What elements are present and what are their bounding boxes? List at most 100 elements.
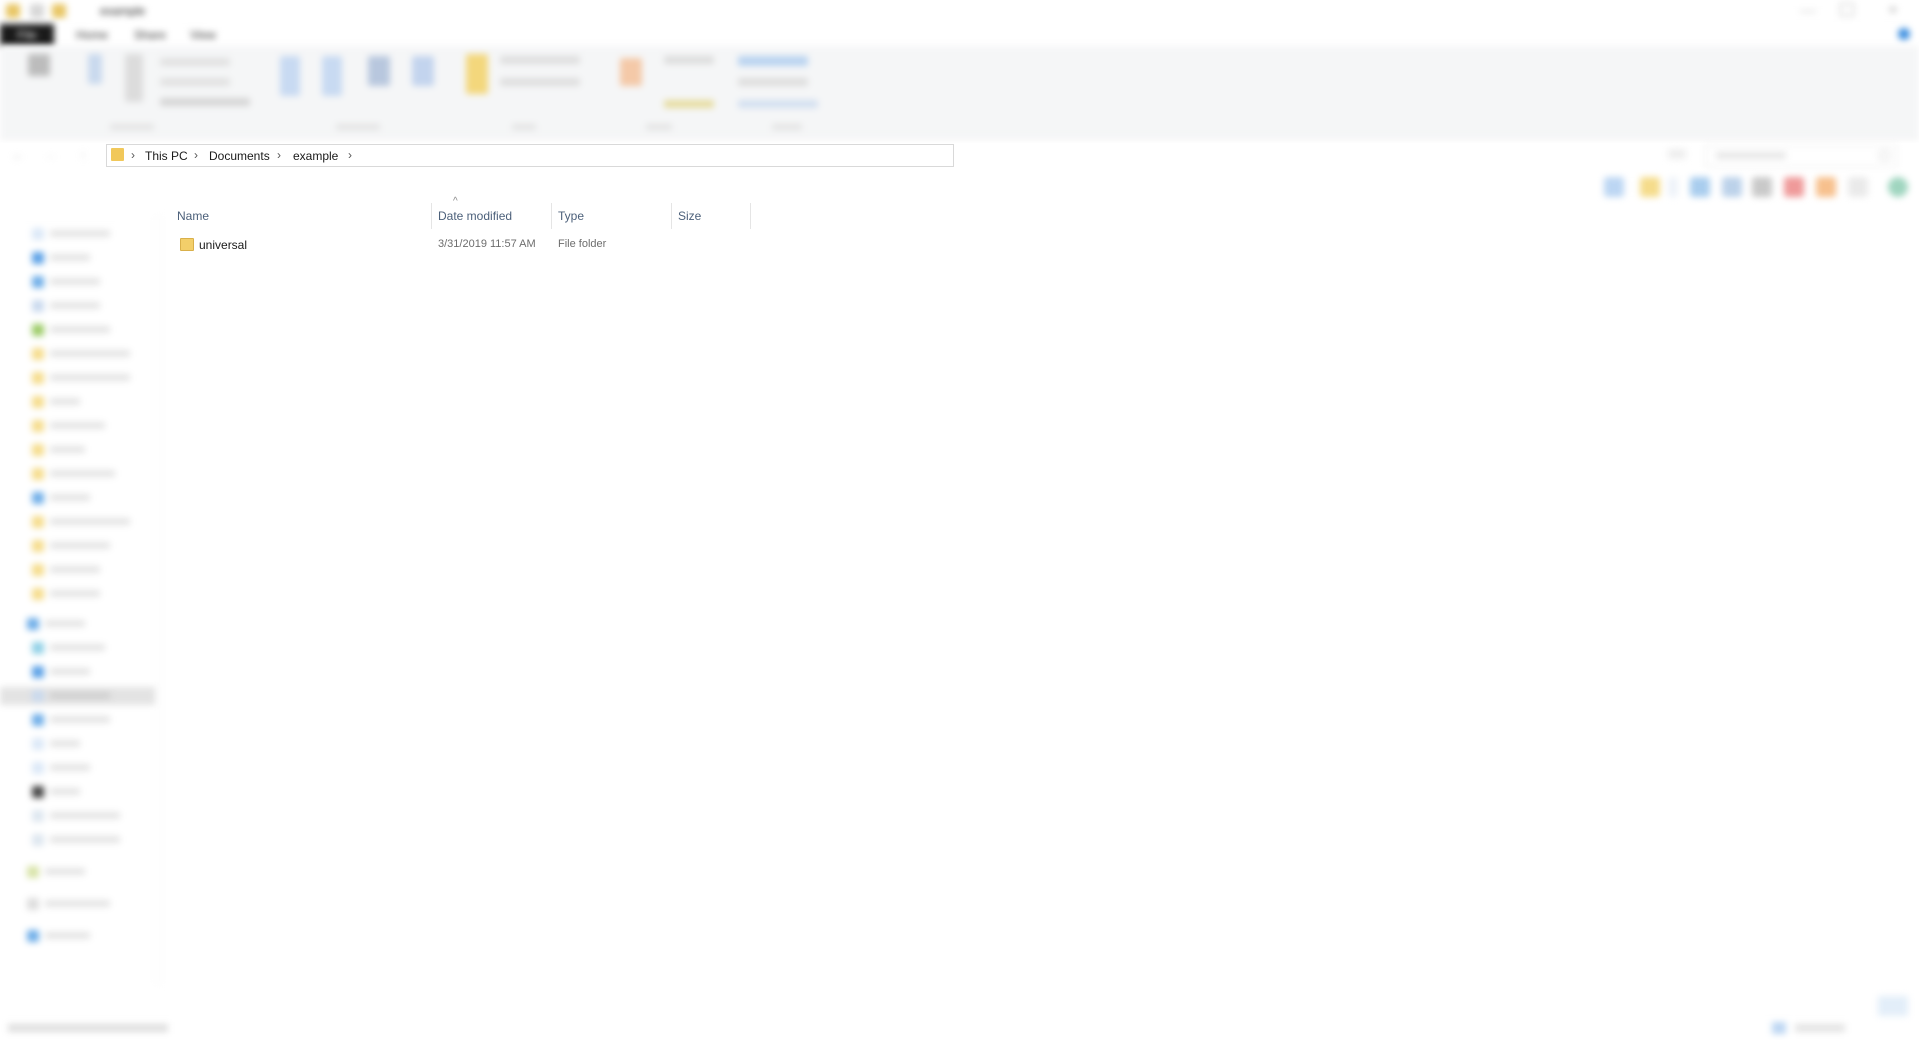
breadcrumb-example[interactable]: example	[293, 149, 338, 163]
clipboard-group-label	[110, 124, 154, 130]
paste-icon[interactable]	[125, 54, 143, 102]
new-item-button[interactable]	[500, 56, 580, 64]
tab-file[interactable]: File	[0, 24, 54, 46]
nav-network[interactable]	[20, 927, 150, 945]
nav-videos[interactable]	[25, 783, 155, 801]
file-name[interactable]: universal	[199, 238, 247, 252]
nav-local-disk[interactable]	[25, 807, 155, 825]
nav-item[interactable]	[25, 345, 155, 363]
document-icon[interactable]	[1722, 177, 1742, 197]
new-group-label	[512, 124, 536, 130]
easy-access-button[interactable]	[500, 78, 580, 86]
nav-desktop[interactable]	[25, 249, 155, 267]
ribbon-tabs: File Home Share View	[0, 24, 1919, 46]
nav-item[interactable]	[25, 537, 155, 555]
tab-share[interactable]: Share	[134, 28, 166, 42]
quick-access-new-folder-icon[interactable]	[52, 4, 66, 18]
properties-icon[interactable]	[620, 58, 642, 86]
chevron-right-icon[interactable]: ›	[194, 148, 198, 162]
maximize-button[interactable]	[1840, 3, 1854, 16]
move-to-icon[interactable]	[280, 56, 300, 96]
organize-group-label	[336, 124, 380, 130]
nav-item[interactable]	[25, 513, 155, 531]
copy-to-icon[interactable]	[322, 56, 342, 96]
table-row[interactable]: universal 3/31/2019 11:57 AM File folder	[159, 235, 751, 255]
column-header-name[interactable]: Name	[159, 203, 432, 229]
select-none-button[interactable]	[738, 78, 808, 86]
column-headers: ^ Name Date modified Type Size	[159, 196, 751, 229]
history-button[interactable]	[664, 100, 714, 108]
nav-quick-access[interactable]	[25, 225, 155, 243]
forward-button[interactable]: →	[44, 148, 56, 162]
invert-selection-button[interactable]	[738, 100, 818, 108]
dropdown-icon[interactable]	[1668, 177, 1678, 197]
view-toggle[interactable]	[1795, 1024, 1845, 1032]
search-input[interactable]	[1705, 145, 1897, 167]
file-date-modified: 3/31/2019 11:57 AM	[438, 238, 536, 250]
nav-item[interactable]	[25, 441, 155, 459]
nav-music[interactable]	[25, 735, 155, 753]
nav-drive[interactable]	[25, 831, 155, 849]
nav-item[interactable]	[25, 369, 155, 387]
open-group-label	[646, 124, 672, 130]
nav-onedrive[interactable]	[25, 489, 155, 507]
nav-documents[interactable]	[25, 297, 155, 315]
nav-documents-selected[interactable]	[0, 687, 155, 705]
paste-shortcut-button[interactable]	[160, 98, 250, 106]
settings-icon[interactable]	[1752, 177, 1772, 197]
nav-item[interactable]	[25, 561, 155, 579]
column-header-size[interactable]: Size	[672, 203, 751, 229]
view-details-icon[interactable]	[1604, 177, 1624, 197]
red-app-icon[interactable]	[1784, 177, 1804, 197]
nav-item[interactable]	[25, 393, 155, 411]
grey-app-icon[interactable]	[1848, 177, 1868, 197]
nav-item[interactable]	[25, 321, 155, 339]
chevron-right-icon[interactable]: ›	[348, 148, 352, 162]
nav-pictures[interactable]	[25, 759, 155, 777]
details-view-icon[interactable]	[1772, 1022, 1786, 1034]
chevron-right-icon[interactable]: ›	[131, 148, 135, 162]
folder-icon[interactable]	[1640, 177, 1660, 197]
address-bar[interactable]: › This PC › Documents › example ›	[106, 144, 954, 167]
open-button[interactable]	[664, 56, 714, 64]
tab-view[interactable]: View	[190, 28, 216, 42]
cut-button[interactable]	[160, 58, 230, 66]
nav-item[interactable]	[25, 465, 155, 483]
nav-desktop-pc[interactable]	[25, 663, 155, 681]
refresh-button[interactable]	[1668, 149, 1686, 159]
back-button[interactable]: ←	[12, 148, 24, 162]
nav-item[interactable]	[25, 417, 155, 435]
delete-icon[interactable]	[368, 56, 390, 86]
nav-downloads[interactable]	[25, 273, 155, 291]
rename-icon[interactable]	[412, 56, 434, 86]
pin-quick-access-icon[interactable]	[28, 54, 50, 76]
nav-this-pc[interactable]	[20, 615, 150, 633]
new-folder-icon[interactable]	[466, 54, 488, 94]
nav-usb-drive[interactable]	[20, 895, 150, 913]
nav-3d-objects[interactable]	[25, 639, 155, 657]
nav-downloads-pc[interactable]	[25, 711, 155, 729]
preview-icon[interactable]	[1878, 996, 1908, 1016]
green-app-icon[interactable]	[1888, 177, 1908, 197]
status-text	[8, 1024, 168, 1032]
quick-access-properties-icon[interactable]	[30, 4, 44, 18]
close-button[interactable]: ✕	[1888, 3, 1904, 17]
breadcrumb-documents[interactable]: Documents	[209, 149, 270, 163]
download-icon[interactable]	[1690, 177, 1710, 197]
minimize-button[interactable]	[1800, 3, 1816, 12]
copy-path-button[interactable]	[160, 78, 230, 86]
up-button[interactable]: ↑	[80, 148, 92, 162]
breadcrumb-this-pc[interactable]: This PC	[145, 149, 188, 163]
chevron-right-icon[interactable]: ›	[277, 148, 281, 162]
copy-icon[interactable]	[88, 54, 102, 84]
nav-libraries[interactable]	[20, 863, 150, 881]
folder-icon	[111, 148, 124, 161]
nav-item[interactable]	[25, 585, 155, 603]
column-header-date-modified[interactable]: Date modified	[432, 203, 552, 229]
tab-home[interactable]: Home	[76, 28, 108, 42]
ribbon	[0, 46, 1919, 139]
help-icon[interactable]	[1898, 28, 1910, 40]
select-all-button[interactable]	[738, 56, 808, 66]
orange-app-icon[interactable]	[1816, 177, 1836, 197]
column-header-type[interactable]: Type	[552, 203, 672, 229]
